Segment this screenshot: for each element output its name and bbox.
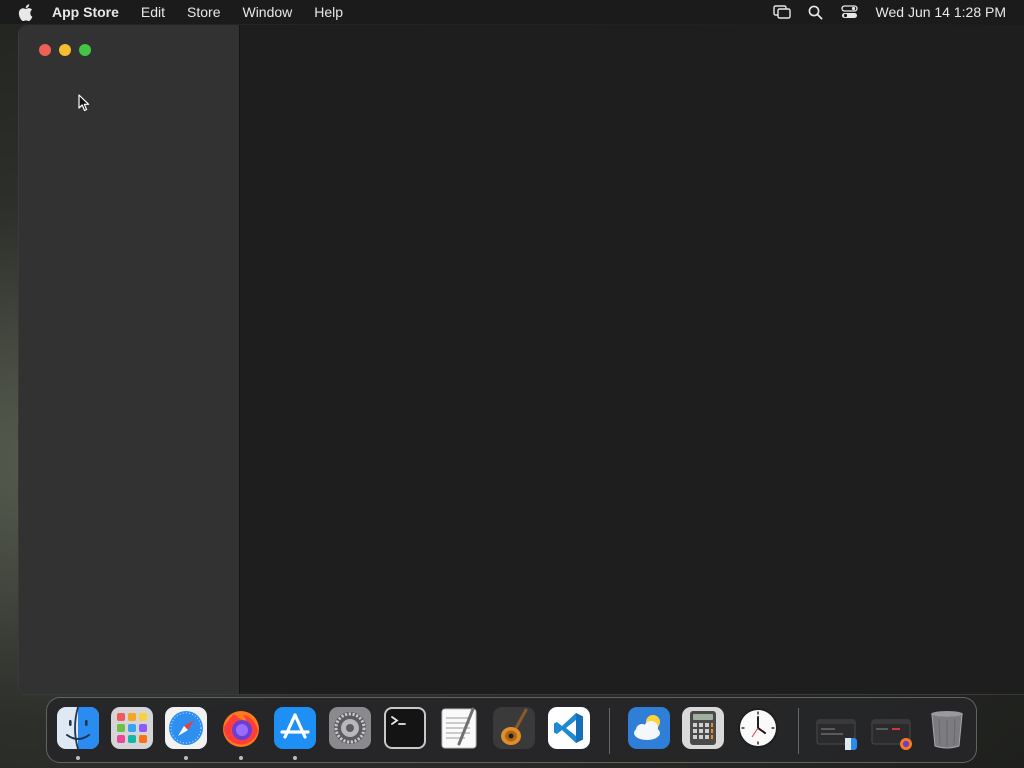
- apple-icon[interactable]: [18, 3, 34, 21]
- menu-edit[interactable]: Edit: [141, 0, 165, 24]
- dock-separator: [798, 708, 799, 754]
- minimize-window-button[interactable]: [59, 44, 71, 56]
- main-content-area: [240, 25, 1024, 694]
- running-indicator: [76, 756, 80, 760]
- safari-icon[interactable]: [164, 706, 208, 750]
- app-store-icon[interactable]: [273, 706, 317, 750]
- running-indicator: [184, 756, 188, 760]
- minimized-firefox-window-icon[interactable]: [870, 706, 914, 750]
- vscode-icon[interactable]: [547, 706, 591, 750]
- app-store-window: [18, 25, 1024, 695]
- mouse-pointer-icon: [78, 94, 90, 112]
- terminal-icon[interactable]: [383, 706, 427, 750]
- menu-window[interactable]: Window: [242, 0, 292, 24]
- minimized-finder-window-icon[interactable]: [815, 706, 859, 750]
- weather-icon[interactable]: [627, 706, 671, 750]
- launchpad-icon[interactable]: [110, 706, 154, 750]
- dock: [46, 697, 977, 763]
- menu-bar: App Store Edit Store Window Help Wed Jun…: [0, 0, 1024, 24]
- menu-help[interactable]: Help: [314, 0, 343, 24]
- menu-bar-extras: Wed Jun 14 1:28 PM: [758, 0, 1006, 24]
- finder-icon[interactable]: [56, 706, 100, 750]
- textedit-icon[interactable]: [437, 706, 481, 750]
- running-indicator: [293, 756, 297, 760]
- menu-app-name[interactable]: App Store: [52, 0, 119, 24]
- garageband-icon[interactable]: [492, 706, 536, 750]
- dock-separator: [609, 708, 610, 754]
- trash-icon[interactable]: [925, 706, 969, 750]
- close-window-button[interactable]: [39, 44, 51, 56]
- screen-mirroring-icon[interactable]: [772, 4, 792, 20]
- control-center-icon[interactable]: [840, 4, 860, 20]
- zoom-window-button[interactable]: [79, 44, 91, 56]
- menu-bar-clock[interactable]: Wed Jun 14 1:28 PM: [876, 4, 1006, 20]
- system-settings-icon[interactable]: [328, 706, 372, 750]
- clock-icon[interactable]: [736, 706, 780, 750]
- spotlight-search-icon[interactable]: [806, 4, 826, 20]
- sidebar: [19, 25, 240, 694]
- running-indicator: [239, 756, 243, 760]
- menu-store[interactable]: Store: [187, 0, 220, 24]
- window-controls: [39, 44, 99, 56]
- calculator-icon[interactable]: [681, 706, 725, 750]
- firefox-icon[interactable]: [219, 706, 263, 750]
